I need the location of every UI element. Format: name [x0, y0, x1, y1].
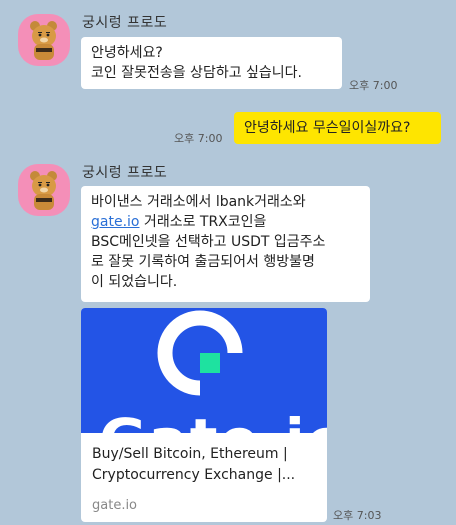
message-bubble[interactable]: 바이낸스 거래소에서 lbank거래소와 gate.io 거래소로 TRX코인을… [81, 186, 370, 302]
message-time: 오후 7:00 [349, 79, 398, 92]
ryan-character-icon [30, 171, 57, 210]
avatar[interactable] [18, 14, 70, 66]
avatar[interactable] [18, 164, 70, 216]
link-preview-title[interactable]: Buy/Sell Bitcoin, Ethereum | Cryptocurre… [92, 444, 317, 486]
sender-name: 궁시렁 프로도 [82, 165, 168, 181]
link-preview-card[interactable]: Gate.io Buy/Sell Bitcoin, Ethereum | Cry… [81, 308, 327, 522]
card-brand-watermark: Gate.io [99, 406, 327, 433]
sender-name: 궁시렁 프로도 [82, 15, 168, 31]
ryan-character-icon [30, 21, 57, 60]
message-text: 바이낸스 거래소에서 lbank거래소와 [91, 194, 306, 210]
message-link[interactable]: gate.io [91, 214, 139, 230]
link-preview-domain: gate.io [92, 498, 138, 513]
link-preview-image: Gate.io [81, 308, 327, 433]
message-time: 오후 7:03 [333, 509, 382, 522]
my-message-bubble[interactable]: 안녕하세요 무슨일이실까요? [234, 112, 441, 144]
message-time: 오후 7:00 [174, 132, 223, 145]
message-bubble[interactable]: 안녕하세요? 코인 잘못전송을 상담하고 싶습니다. [81, 37, 342, 89]
